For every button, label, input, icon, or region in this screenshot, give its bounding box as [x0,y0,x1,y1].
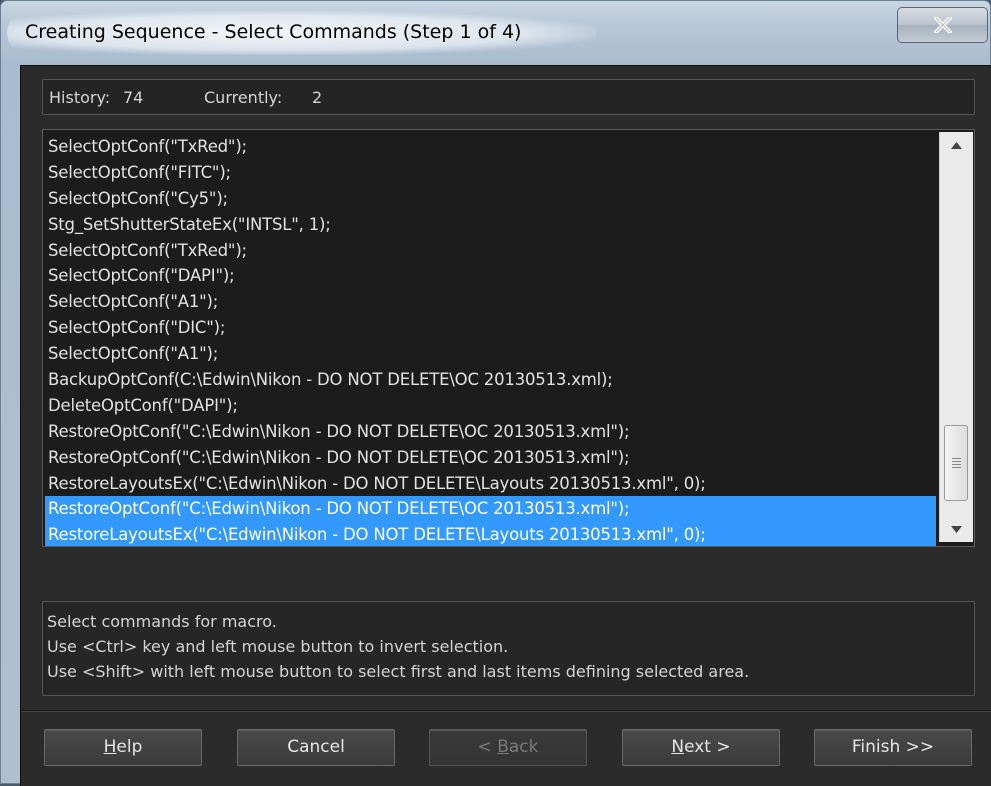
command-list: SelectOptConf("TxRed"); SelectOptConf("FI… [45,134,936,546]
list-item[interactable]: SelectOptConf("A1"); [45,289,936,315]
cancel-button[interactable]: Cancel [237,729,395,766]
list-item[interactable]: SelectOptConf("DIC"); [45,315,936,341]
arrow-up-icon [951,141,962,149]
close-icon [933,17,952,33]
scroll-thumb[interactable] [944,425,968,501]
help-button[interactable]: Help [44,729,202,766]
title-bar[interactable]: Creating Sequence - Select Commands (Ste… [1,1,991,65]
list-item[interactable]: Stg_SetShutterStateEx("INTSL", 1); [45,212,936,238]
list-item[interactable]: SelectOptConf("FITC"); [45,160,936,186]
scroll-up-button[interactable] [940,132,973,158]
history-label: History: [49,88,111,107]
list-item[interactable]: SelectOptConf("DAPI"); [45,263,936,289]
list-item[interactable]: SelectOptConf("A1"); [45,341,936,367]
button-separator [21,710,991,712]
history-status-bar: History: 74 Currently: 2 [42,79,975,115]
close-button[interactable] [897,7,988,43]
currently-label: Currently: [204,88,283,107]
list-item[interactable]: SelectOptConf("TxRed"); [45,238,936,264]
list-item[interactable]: SelectOptConf("Cy5"); [45,186,936,212]
finish-button[interactable]: Finish >> [814,729,972,766]
window-title: Creating Sequence - Select Commands (Ste… [25,21,522,43]
history-value: 74 [123,88,144,107]
vertical-scrollbar[interactable] [939,132,973,542]
instruction-line: Use <Ctrl> key and left mouse button to … [47,637,509,656]
list-item-selected[interactable]: RestoreOptConf("C:\Edwin\Nikon - DO NOT … [45,496,936,523]
dialog-window: Creating Sequence - Select Commands (Ste… [0,0,991,786]
list-item[interactable]: RestoreOptConf("C:\Edwin\Nikon - DO NOT … [45,445,936,471]
list-item-selected[interactable]: RestoreLayoutsEx("C:\Edwin\Nikon - DO NO… [45,522,936,546]
next-button[interactable]: Next > [622,729,780,766]
dialog-client-area: History: 74 Currently: 2 SelectOptConf("… [20,65,991,786]
back-button[interactable]: < Back [429,729,587,766]
list-item[interactable]: SelectOptConf("TxRed"); [45,134,936,160]
currently-value: 2 [312,88,323,107]
arrow-down-icon [951,525,962,533]
scroll-down-button[interactable] [940,516,973,542]
list-item[interactable]: RestoreOptConf("C:\Edwin\Nikon - DO NOT … [45,419,936,445]
list-item[interactable]: DeleteOptConf("DAPI"); [45,393,936,419]
grip-icon [951,456,961,470]
instruction-line: Select commands for macro. [47,612,277,631]
instruction-line: Use <Shift> with left mouse button to se… [47,662,750,681]
instructions-box: Select commands for macro. Use <Ctrl> ke… [42,601,975,696]
list-item[interactable]: RestoreLayoutsEx("C:\Edwin\Nikon - DO NO… [45,471,936,497]
command-listbox[interactable]: SelectOptConf("TxRed"); SelectOptConf("FI… [42,129,975,547]
list-item[interactable]: BackupOptConf(C:\Edwin\Nikon - DO NOT DE… [45,367,936,393]
